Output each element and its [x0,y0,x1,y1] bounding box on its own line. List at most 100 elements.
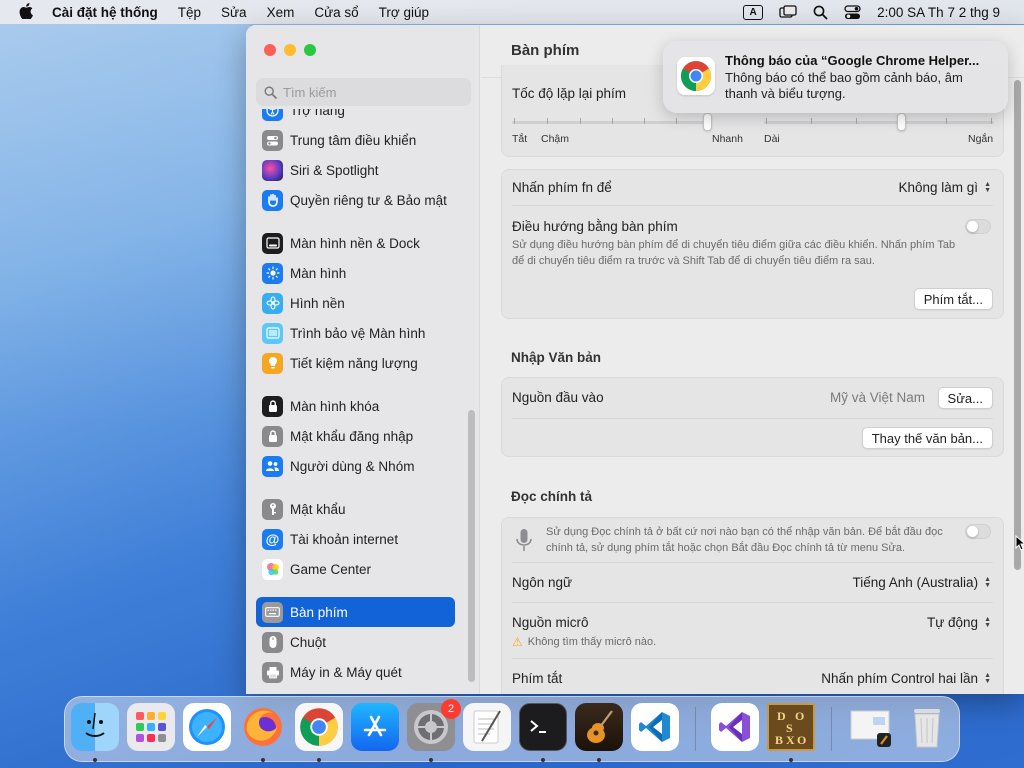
sidebar-item-mouse[interactable]: Chuột [256,627,455,657]
zoom-button[interactable] [304,44,316,56]
app-store-icon[interactable] [351,703,399,751]
dock-divider [695,707,696,751]
sidebar-scrollbar[interactable] [468,410,475,682]
safari-icon[interactable] [183,703,231,751]
sidebar-item-label: Hình nền [290,295,345,311]
keyboard-shortcuts-button[interactable]: Phím tắt... [913,288,993,310]
visual-studio-icon[interactable] [711,703,759,751]
slider-knob[interactable] [703,113,712,131]
menu-help[interactable]: Trợ giúp [369,5,439,20]
sidebar-item-label: Trình bảo vệ Màn hình [290,325,426,341]
sidebar-item-label: Bàn phím [290,604,348,620]
microphone-icon [514,528,534,557]
sidebar-item-label: Màn hình nền & Dock [290,235,420,251]
sidebar-item-label: Trung tâm điều khiển [290,132,417,148]
chrome-notification[interactable]: Thông báo của “Google Chrome Helper... T… [663,41,1008,113]
printer-icon [262,661,283,683]
finder-icon[interactable] [71,703,119,751]
key-icon [262,498,283,520]
dictation-shortcut-select[interactable]: Nhấn phím Control hai lần ▲ ▼ [821,671,991,686]
updown-chevron-icon: ▲ ▼ [984,575,991,589]
vscode-icon[interactable] [631,703,679,751]
running-indicator [429,758,433,762]
sidebar-item-lock-screen[interactable]: Màn hình khóa [256,391,455,421]
sidebar-item-game-center[interactable]: Game Center [256,554,455,584]
terminal-icon[interactable] [519,703,567,751]
sidebar-item-users-groups[interactable]: Người dùng & Nhóm [256,451,455,481]
dock-icon [262,232,283,254]
search-placeholder: Tìm kiếm [283,84,337,100]
dosbox-letter: B [775,733,783,747]
textedit-icon[interactable] [463,703,511,751]
spotlight-search-icon[interactable] [805,5,836,20]
dosbox-letter: D [777,709,786,723]
menu-clock[interactable]: 2:00 SA Th 7 2 thg 9 [869,5,1008,20]
menu-window[interactable]: Cửa sổ [304,5,368,20]
padlock-icon [262,425,283,447]
firefox-icon[interactable] [239,703,287,751]
sidebar-item-label: Game Center [290,561,372,577]
keyboard-nav-toggle[interactable] [965,219,991,234]
dictation-shortcut-label: Phím tắt [512,671,563,686]
launchpad-icon[interactable] [127,703,175,751]
control-center-menu-icon[interactable] [836,4,869,20]
sidebar-item-siri[interactable]: Siri & Spotlight [256,155,455,185]
menu-app-name[interactable]: Cài đặt hệ thống [52,5,168,20]
sidebar-item-control-center[interactable]: Trung tâm điều khiển [256,125,455,155]
mic-source-select[interactable]: Tự động ▲ ▼ [927,615,991,630]
dictation-toggle[interactable] [965,524,991,539]
dictation-language-select[interactable]: Tiếng Anh (Australia) ▲ ▼ [853,575,992,590]
sidebar-item-energy[interactable]: Tiết kiệm năng lượng [256,348,455,378]
menu-edit[interactable]: Sửa [211,5,257,20]
screensaver-icon [262,322,283,344]
close-button[interactable] [264,44,276,56]
text-replacements-button[interactable]: Thay thế văn bản... [861,427,993,449]
sidebar-item-label: Màn hình khóa [290,398,380,414]
garageband-icon[interactable] [575,703,623,751]
chrome-icon[interactable] [295,703,343,751]
screen-mirroring-icon[interactable] [771,5,805,19]
slider-knob[interactable] [897,113,906,131]
sidebar-item-privacy[interactable]: Quyền riêng tư & Bảo mật [256,185,455,215]
input-source-badge: A [743,4,764,20]
dosbox-letter: O [795,709,804,723]
sidebar-item-keyboard[interactable]: Bàn phím [256,597,455,627]
sidebar-item-label: Màn hình [290,265,347,281]
sidebar-item-displays[interactable]: Màn hình [256,258,455,288]
minimize-button[interactable] [284,44,296,56]
content-pane: Bàn phím Tốc độ lặp lại phím Tắt Chậm Nh… [481,25,1024,694]
menu-view[interactable]: Xem [257,5,305,20]
lock-screen-icon [262,395,283,417]
apple-menu-icon[interactable] [0,3,52,21]
running-indicator [93,758,97,762]
content-scrollbar[interactable] [1014,80,1021,570]
game-center-icon [262,558,283,580]
sidebar-item-passwords[interactable]: Mật khẩu [256,494,455,524]
trash-icon[interactable] [903,703,951,751]
slider-label-short: Ngắn [968,133,994,145]
menu-file[interactable]: Tệp [168,5,211,20]
sidebar-item-printers[interactable]: Máy in & Máy quét [256,657,455,687]
fn-key-select[interactable]: Không làm gì ▲ ▼ [899,180,992,195]
sidebar-item-screensaver[interactable]: Trình bảo vệ Màn hình [256,318,455,348]
dictation-group: Sử dụng Đọc chính tả ở bất cứ nơi nào bạ… [501,517,1004,694]
sidebar-item-desktop-dock[interactable]: Màn hình nền & Dock [256,228,455,258]
mouse-cursor-icon [1015,534,1024,554]
notification-body: Thông báo có thể bao gồm cảnh báo, âm th… [725,70,963,101]
sidebar-item-internet-accounts[interactable]: @ Tài khoản internet [256,524,455,554]
sidebar-item-label: Siri & Spotlight [290,162,379,178]
sidebar-item-wallpaper[interactable]: Hình nền [256,288,455,318]
running-indicator [261,758,265,762]
preview-icon[interactable] [847,703,895,751]
sidebar-item-accessibility[interactable]: Trợ năng [256,109,455,125]
mic-warning-text: Không tìm thấy micrô nào. [527,636,657,648]
sidebar-search[interactable]: Tìm kiếm [256,78,471,106]
dosbox-icon[interactable]: D O S B O X [767,703,815,751]
input-source-menu[interactable]: A [735,4,771,20]
running-indicator [597,758,601,762]
menu-bar: Cài đặt hệ thống Tệp Sửa Xem Cửa sổ Trợ … [0,0,1024,24]
sidebar-item-login-password[interactable]: Mật khẩu đăng nhập [256,421,455,451]
edit-input-sources-button[interactable]: Sửa... [937,387,993,409]
dock-divider [831,707,832,751]
dosbox-letter: X [786,733,795,747]
